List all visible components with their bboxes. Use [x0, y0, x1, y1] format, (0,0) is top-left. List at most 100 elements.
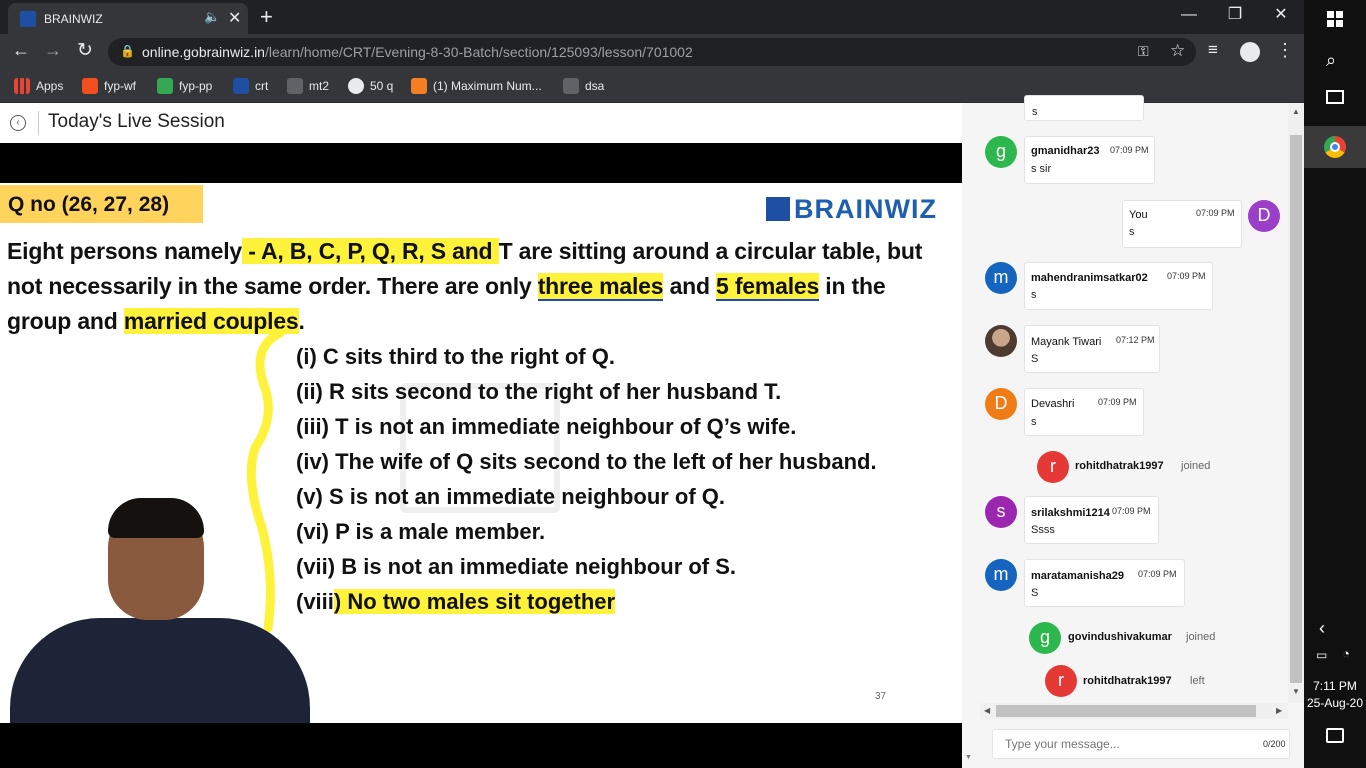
brainwiz-favicon-icon [20, 11, 36, 27]
message-time: 07:09 PM [1196, 208, 1235, 218]
chat-message: maratamanisha29 07:09 PM S [1024, 559, 1185, 607]
bookmark-apps[interactable]: Apps [14, 69, 63, 103]
reload-icon[interactable]: ↻ [77, 39, 93, 62]
user-avatar: m [985, 559, 1017, 591]
globe-icon [348, 78, 364, 94]
message-username: maratamanisha29 [1031, 570, 1124, 582]
notification-icon[interactable] [1326, 728, 1344, 743]
char-counter: 0/200 [1263, 739, 1286, 749]
chrome-taskbar-icon[interactable] [1304, 126, 1366, 168]
message-text: S [1031, 353, 1039, 365]
speaker-icon[interactable]: 🔈 [204, 9, 220, 25]
message-username: srilakshmi1214 [1031, 507, 1110, 519]
message-text: s [1032, 106, 1038, 118]
panel-scroll-down-icon[interactable]: ▼ [965, 754, 972, 761]
back-circle-icon[interactable]: ‹ [10, 115, 26, 131]
message-username: mahendranimsatkar02 [1031, 272, 1148, 284]
user-avatar: r [1045, 665, 1077, 697]
message-username: Devashri [1031, 398, 1075, 410]
condition-7: (vii) B is not an immediate neighbour of… [296, 554, 737, 579]
search-icon[interactable]: ⌕ [1326, 50, 1336, 71]
scroll-down-icon[interactable]: ▼ [1292, 687, 1300, 696]
media-control-icon[interactable]: ≡ [1208, 40, 1218, 60]
star-icon[interactable]: ☆ [1170, 41, 1185, 61]
condition-6: (vi) P is a male member. [296, 519, 546, 544]
message-text: s [1129, 226, 1135, 238]
new-tab-icon[interactable]: + [260, 4, 273, 30]
wifi-icon[interactable]: ◔ [1342, 646, 1350, 661]
user-avatar: m [985, 262, 1017, 294]
address-bar[interactable]: 🔒 online.gobrainwiz.in/learn/home/CRT/Ev… [108, 38, 1196, 66]
text-span: T are sitting around a circular table, b… [498, 238, 923, 264]
chat-message-input[interactable] [993, 730, 1243, 758]
chat-horizontal-scrollbar[interactable]: ◀ ▶ [980, 703, 1288, 719]
chat-message: Mayank Tiwari 07:12 PM S [1024, 325, 1160, 373]
bookmark-dsa[interactable]: dsa [563, 69, 604, 103]
restore-icon[interactable]: ❐ [1212, 0, 1258, 34]
scroll-right-icon[interactable]: ▶ [1276, 706, 1282, 715]
user-avatar: D [1248, 200, 1280, 232]
chrome-icon-center [1330, 142, 1340, 152]
brainwiz-icon [233, 78, 249, 94]
close-tab-icon[interactable]: ✕ [228, 8, 241, 28]
chat-message: s [1024, 95, 1144, 121]
slide-page-number: 37 [875, 691, 887, 702]
message-username: gmanidhar23 [1031, 145, 1100, 157]
battery-icon[interactable]: ▭ [1316, 648, 1327, 662]
message-text: Ssss [1031, 524, 1055, 536]
profile-icon[interactable] [1240, 42, 1260, 62]
scroll-left-icon[interactable]: ◀ [984, 706, 990, 715]
highlight: ) No two males sit together [333, 589, 616, 614]
task-view-icon[interactable] [1326, 90, 1344, 104]
presenter-hair [108, 498, 204, 538]
message-text: s [1031, 416, 1037, 428]
bookmark-label: crt [255, 79, 269, 93]
condition-4: (iv) The wife of Q sits second to the le… [296, 449, 877, 474]
forward-icon[interactable]: → [44, 40, 62, 61]
event-action: left [1190, 675, 1205, 687]
message-text: S [1031, 587, 1039, 599]
event-action: joined [1186, 631, 1216, 643]
scroll-up-icon[interactable]: ▲ [1292, 107, 1300, 116]
user-avatar: g [985, 136, 1017, 168]
scrollbar-thumb[interactable] [996, 705, 1256, 717]
bookmark-label: fyp-pp [179, 79, 213, 93]
close-window-icon[interactable]: ✕ [1258, 0, 1304, 34]
bookmark-label: fyp-wf [104, 79, 137, 93]
clock-time[interactable]: 7:11 PM [1304, 679, 1366, 693]
highlight: 5 females [716, 273, 820, 301]
menu-icon[interactable]: ⋮ [1276, 40, 1294, 61]
highlight: three males [537, 273, 664, 301]
bookmark-fyp-wf[interactable]: fyp-wf [82, 69, 136, 103]
chat-message: Devashri 07:09 PM s [1024, 388, 1144, 436]
presenter-video [0, 498, 320, 723]
brainwiz-logo-icon [766, 197, 790, 221]
bookmark-fyp-pp[interactable]: fyp-pp [157, 69, 212, 103]
chevron-left-icon[interactable]: ‹ [1319, 618, 1325, 639]
bookmark-crt[interactable]: crt [233, 69, 268, 103]
user-avatar: s [985, 496, 1017, 528]
text-span: Eight persons namely [7, 238, 243, 264]
message-time: 07:09 PM [1167, 271, 1206, 281]
user-avatar: g [1029, 622, 1061, 654]
message-username: Mayank Tiwari [1031, 336, 1102, 348]
chat-message-self: You 07:09 PM s [1122, 200, 1242, 248]
brainwiz-logo-text: BRAINWIZ [794, 193, 937, 224]
message-text: s sir [1031, 163, 1052, 175]
message-time: 07:09 PM [1098, 397, 1137, 407]
bookmark-maximum-num[interactable]: (1) Maximum Num... [411, 69, 542, 103]
minimize-icon[interactable]: — [1166, 0, 1212, 34]
back-icon[interactable]: ← [12, 40, 30, 61]
browser-tab[interactable]: BRAINWIZ 🔈 ✕ [8, 3, 248, 34]
chat-message: mahendranimsatkar02 07:09 PM s [1024, 262, 1213, 310]
scrollbar-thumb[interactable] [1290, 135, 1302, 683]
windows-start-icon[interactable] [1327, 11, 1343, 27]
bookmark-mt2[interactable]: mt2 [287, 69, 329, 103]
bookmark-label: dsa [585, 79, 605, 93]
cc-icon [287, 78, 303, 94]
clock-date[interactable]: 25-Aug-20 [1304, 696, 1366, 710]
key-icon[interactable]: ⚿ [1138, 43, 1149, 60]
bookmark-50q[interactable]: 50 q [348, 69, 393, 103]
divider [38, 111, 39, 135]
chat-vertical-scrollbar[interactable]: ▲ ▼ [1288, 103, 1304, 703]
